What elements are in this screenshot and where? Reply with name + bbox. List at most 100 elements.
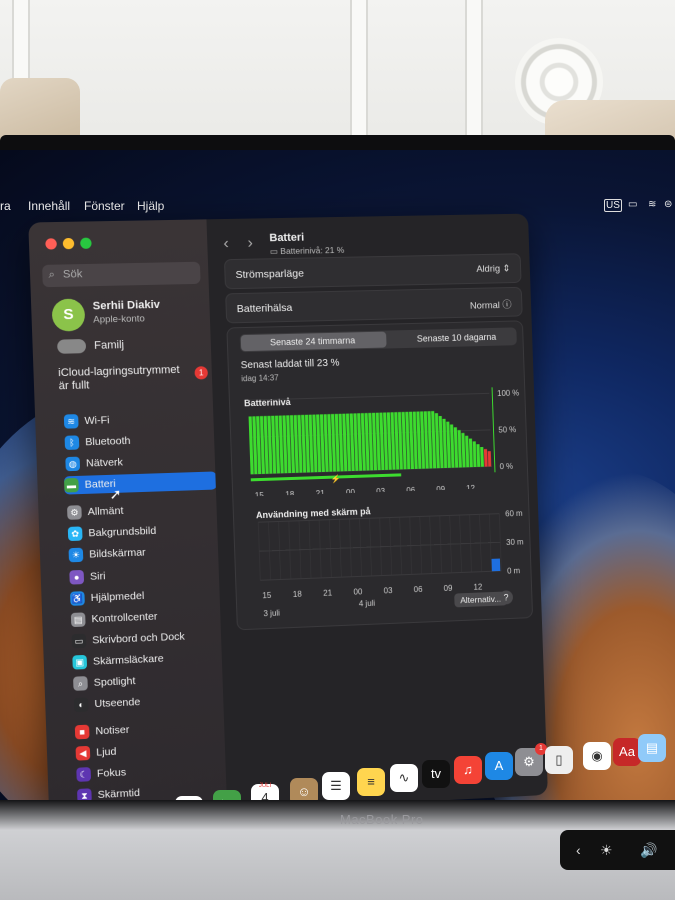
sidebar-item-label: Allmänt	[87, 504, 124, 519]
info-icon[interactable]: ⓘ	[502, 300, 512, 311]
sidebar-item-family[interactable]: Familj	[94, 339, 124, 352]
y-tick-label: 0 %	[500, 462, 514, 471]
y-tick-label: 100 %	[497, 389, 519, 398]
iphone-mirroring-icon[interactable]: ▯	[545, 746, 573, 774]
low-power-mode-select[interactable]: Aldrig ⇕	[476, 263, 510, 275]
sidebar-item-label: Skärmsläckare	[92, 652, 164, 668]
battery-health-value: Normal ⓘ	[470, 297, 512, 312]
menu-item[interactable]: Innehåll	[28, 199, 70, 213]
gridline	[260, 571, 501, 580]
app-store-icon[interactable]: A	[485, 752, 513, 780]
forward-icon[interactable]: ›	[247, 235, 253, 253]
battery-bar	[453, 427, 459, 468]
notes-icon[interactable]: ≡	[357, 768, 385, 796]
freeform-icon[interactable]: ∿	[390, 764, 418, 792]
icloud-storage-notice[interactable]: iCloud-lagringsutrymmet är fullt	[58, 364, 191, 394]
control-center-status-icon[interactable]: ⊜	[664, 199, 672, 210]
x-tick-label: 00	[353, 587, 363, 596]
gridline	[259, 542, 500, 551]
wifi-icon: ≋	[63, 414, 79, 429]
x-tick-label: 03	[384, 586, 394, 595]
menu-bar: ra Innehåll Fönster Hjälp US ▭ ≋ ⊜	[0, 195, 675, 217]
search-input[interactable]: ⌕ Sök	[42, 261, 201, 288]
minimize-button[interactable]	[62, 237, 75, 250]
page-title: Batteri	[269, 231, 305, 245]
x-tick-label: 21	[316, 489, 326, 497]
sidebar-item-bluetooth[interactable]: ᛒ Bluetooth	[64, 429, 212, 452]
gridline	[248, 393, 489, 400]
battery-bar	[457, 430, 462, 468]
preview-icon[interactable]: ▤	[638, 734, 666, 762]
tab-last-10-days[interactable]: Senaste 10 dagarna	[417, 332, 497, 344]
menu-item[interactable]: Hjälp	[137, 199, 164, 213]
sidebar-item-wi-fi[interactable]: ≋ Wi-Fi	[63, 408, 212, 430]
family-icon	[57, 338, 87, 354]
user-subtitle: Apple-konto	[93, 313, 146, 326]
battery-chart-panel: Senaste 24 timmarna Senaste 10 dagarna S…	[226, 320, 534, 631]
reminders-icon[interactable]: ☰	[322, 772, 350, 800]
x-date-label: 4 juli	[359, 599, 376, 609]
sidebar-item-label: Hjälpmedel	[90, 589, 145, 605]
x-tick-label: 09	[436, 485, 446, 494]
tv-icon[interactable]: tv	[422, 760, 450, 788]
battery-bar	[483, 449, 488, 467]
input-source-indicator[interactable]: US	[604, 199, 622, 212]
close-button[interactable]	[45, 238, 57, 250]
sidebar-item-label: Spotlight	[93, 674, 136, 689]
music-icon[interactable]: ♫	[454, 756, 482, 784]
menu-item[interactable]: ra	[0, 199, 11, 213]
zoom-button[interactable]	[80, 237, 92, 249]
sidebar-item-bakgrundsbild[interactable]: ✿ Bakgrundsbild	[67, 520, 216, 543]
battery-status-icon[interactable]: ▭	[628, 199, 637, 210]
sidebar-item-bildskärmar[interactable]: ☀ Bildskärmar	[68, 541, 216, 565]
battery-bar	[472, 441, 477, 468]
health-status: Normal	[469, 300, 500, 312]
sidebar-item-batteri[interactable]: ▬ Batteri	[63, 471, 217, 495]
x-date-label: 3 juli	[263, 609, 280, 619]
display-icon: ☀	[68, 547, 84, 563]
time-range-segmented-control: Senaste 24 timmarna Senaste 10 dagarna	[239, 327, 517, 353]
sidebar-item-kontrollcenter[interactable]: ▤ Kontrollcenter	[70, 605, 219, 629]
sidebar-item-label: Bluetooth	[85, 434, 131, 449]
low-power-mode-row: Strömsparläge Aldrig ⇕	[223, 253, 522, 290]
chrome-icon[interactable]: ◉	[583, 742, 611, 770]
sidebar-item-skärmsläckare[interactable]: ▣ Skärmsläckare	[72, 647, 220, 671]
siri-icon: ●	[69, 569, 85, 585]
touch-bar: ‹ ☀ 🔊	[560, 830, 675, 870]
control-center-icon: ▤	[70, 612, 86, 628]
last-charged-time: idag 14:37	[241, 373, 279, 384]
gear-icon: ⚙	[67, 505, 82, 520]
wifi-status-icon[interactable]: ≋	[648, 199, 656, 210]
y-tick-label: 60 m	[505, 509, 523, 518]
screen-usage-chart: 60 m 30 m 0 m 15 18 21 00 03 06 09 12 3 juli 4 juli	[234, 509, 524, 619]
sidebar-item-label: Siri	[89, 570, 106, 583]
battery-bar	[480, 446, 484, 467]
battery-bar	[468, 438, 473, 468]
battery-bar	[487, 451, 492, 467]
back-icon[interactable]: ‹	[223, 235, 229, 253]
usage-bar	[491, 558, 501, 572]
search-icon: ⌕	[48, 268, 56, 282]
sidebar-item-nätverk[interactable]: ◍ Nätverk	[65, 450, 213, 473]
menu-item[interactable]: Fönster	[84, 199, 125, 213]
chevron-left-icon[interactable]: ‹	[576, 842, 581, 858]
brightness-icon[interactable]: ☀	[600, 842, 613, 859]
sidebar-item-hjälpmedel[interactable]: ♿ Hjälpmedel	[70, 584, 218, 608]
sidebar-item-allmänt[interactable]: ⚙ Allmänt	[67, 499, 215, 522]
y-tick-label: 50 %	[498, 425, 516, 434]
screensaver-icon: ▣	[72, 654, 88, 670]
user-name[interactable]: Serhii Diakiv	[93, 299, 161, 313]
laptop-brand-label: MacBook Pro	[340, 812, 424, 827]
sidebar-item-skrivbord-och-dock[interactable]: ▭ Skrivbord och Dock	[71, 626, 219, 650]
mouse-pointer-icon: ➚	[109, 485, 122, 503]
x-tick-label: 15	[262, 591, 272, 600]
x-tick-label: 09	[444, 584, 454, 593]
sidebar-item-label: Skrivbord och Dock	[92, 630, 185, 647]
dictionary-icon[interactable]: Aa	[613, 738, 641, 766]
avatar[interactable]: S	[51, 298, 86, 332]
accessibility-icon: ♿	[70, 591, 85, 606]
sidebar-item-siri[interactable]: ● Siri	[69, 563, 217, 587]
x-tick-label: 03	[376, 487, 386, 496]
volume-icon[interactable]: 🔊	[640, 842, 657, 859]
low-power-mode-value: Aldrig	[476, 263, 501, 275]
